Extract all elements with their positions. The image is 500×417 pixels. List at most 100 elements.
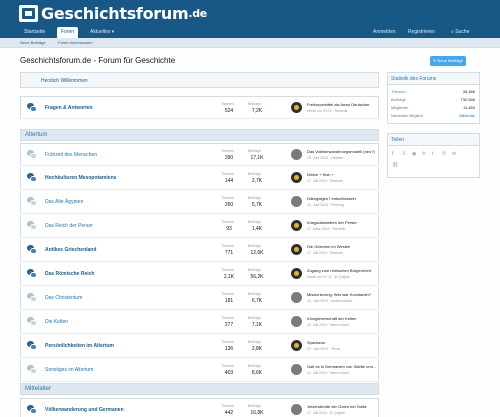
avatar[interactable] xyxy=(291,292,302,303)
posts-count: 2,7K xyxy=(251,178,263,184)
reddit-icon[interactable]: ◉ xyxy=(412,151,416,157)
avatar[interactable] xyxy=(291,316,302,327)
link-icon[interactable]: ⛓ xyxy=(392,162,398,168)
category-title: Mittelalter xyxy=(25,386,52,392)
posts-label: Beiträge xyxy=(248,149,262,153)
forum-title[interactable]: Persönlichkeiten im Altertum xyxy=(45,343,114,349)
forum-title[interactable]: Hochkulturen Mesopotamiens xyxy=(45,175,116,181)
welcome-bar[interactable]: Herzlich Willkommen xyxy=(20,72,379,88)
forum-title[interactable]: Völkerwanderung und Germanen xyxy=(45,407,124,413)
forum-row[interactable]: Hochkulturen Mesopotamiens Themen 144 Beitr… xyxy=(20,167,379,190)
new-posts-button[interactable]: ✎ Neue Beiträge xyxy=(430,56,466,66)
forum-icon xyxy=(27,293,37,302)
last-post-title[interactable]: Kriegsdarstellern der Perser xyxy=(307,220,377,225)
site-logo[interactable]: Geschichtsforum .de xyxy=(19,3,207,23)
forum-title[interactable]: Die Kelten xyxy=(45,319,68,325)
avatar[interactable] xyxy=(291,340,302,351)
forum-title[interactable]: Das Reich der Perser xyxy=(45,223,93,229)
last-post-meta: 22. Juli 2024 · Nemo minor xyxy=(307,323,350,327)
posts-label: Beiträge xyxy=(248,172,262,176)
forum-row[interactable]: Völkerwanderung und Germanen Themen 442 … xyxy=(20,398,379,417)
welcome-text: Herzlich Willkommen xyxy=(41,78,88,84)
login-link[interactable]: Anmelden xyxy=(373,27,396,38)
last-post-title[interactable]: Galt es in Germanien von Städte und... xyxy=(307,364,377,369)
forum-title[interactable]: Antikes Griechenland xyxy=(45,247,96,253)
posts-label: Beiträge xyxy=(248,220,262,224)
forum-row[interactable]: Antikes Griechenland Themen 771 Beiträge 12,… xyxy=(20,239,379,262)
posts-label: Beiträge xyxy=(248,102,262,106)
facebook-icon[interactable]: f xyxy=(392,151,393,157)
forum-icon xyxy=(27,150,37,159)
avatar[interactable] xyxy=(291,220,302,231)
email-icon[interactable]: ✉ xyxy=(452,151,456,157)
last-post-meta: Heute um 07:11 · El Quijote xyxy=(307,275,350,279)
posts-count: 56,2K xyxy=(250,274,264,280)
forum-title[interactable]: Das Alte Ägypten xyxy=(45,199,83,205)
avatar[interactable] xyxy=(291,172,302,183)
category-title: Altertum xyxy=(25,132,48,138)
last-post-title[interactable]: Königsherrschaft der Kelten xyxy=(307,316,377,321)
last-post-title[interactable]: Das Voelkerwanderungsmodell (neu?) xyxy=(307,149,377,154)
stat-members-label: Mitglieder xyxy=(391,105,409,110)
posts-label: Beiträge xyxy=(248,196,262,200)
tab-startseite[interactable]: Startseite xyxy=(20,27,49,38)
register-link[interactable]: Registrieren xyxy=(408,27,435,38)
logo-tld: .de xyxy=(188,6,207,20)
last-post-title[interactable]: Jetzendtrotte der Goten bei Tarifa xyxy=(307,404,377,409)
last-post-meta: 12. Juni 2024 · Pleming xyxy=(307,203,344,207)
forum-row[interactable]: Das Christentum Themen 181 Beiträge 6,7K Miss… xyxy=(20,287,379,310)
avatar[interactable] xyxy=(291,102,302,113)
x-icon[interactable]: 𝕏 xyxy=(402,151,406,157)
tab-aktuelles[interactable]: Aktuelles ▾ xyxy=(86,27,118,38)
forum-icon xyxy=(27,341,37,350)
threads-count: 442 xyxy=(224,410,234,416)
last-post-title[interactable]: Dilengalgen? entschlüsseln xyxy=(307,196,377,201)
avatar[interactable] xyxy=(291,149,302,160)
forum-row[interactable]: Sonstiges im Altertum Themen 403 Beiträge 8,… xyxy=(20,359,379,382)
pinterest-icon[interactable]: ℗ xyxy=(422,151,426,157)
category-header-altertum[interactable]: Altertum xyxy=(20,129,379,141)
threads-label: Themen xyxy=(221,172,234,176)
avatar[interactable] xyxy=(291,268,302,279)
avatar[interactable] xyxy=(291,404,302,415)
last-post-title[interactable]: Zugang zum römischen Bürgerrecht xyxy=(307,268,377,273)
forum-icon xyxy=(27,103,37,112)
forum-row[interactable]: Persönlichkeiten im Altertum Themen 136 Bei… xyxy=(20,335,379,358)
forum-row[interactable]: Frühzeit des Menschen Themen 390 Beiträge 17… xyxy=(20,143,379,166)
category-header-mittelalter[interactable]: Mittelalter xyxy=(20,383,379,395)
last-post-title[interactable]: Spartacus xyxy=(307,340,377,345)
subnav-search-forums[interactable]: Foren durchsuchen xyxy=(58,40,92,45)
tab-foren[interactable]: Foren xyxy=(57,27,79,38)
forum-title[interactable]: Das Christentum xyxy=(45,295,82,301)
search-link[interactable]: ⌕ Suche xyxy=(451,27,469,38)
last-post-title[interactable]: Die Griechen im Westen xyxy=(307,244,377,249)
subnav-new-posts[interactable]: Neue Beiträge xyxy=(20,40,46,45)
forum-row[interactable]: Das Römische Reich Themen 2,1K Beiträge 56,2… xyxy=(20,263,379,286)
forum-stats-title: Statistik des Forums xyxy=(388,73,479,85)
stat-newest-value[interactable]: Millelotte xyxy=(459,113,475,118)
avatar[interactable] xyxy=(291,364,302,375)
avatar[interactable] xyxy=(291,196,302,207)
last-post-title[interactable]: Missionierung: Wer war Konstantin? xyxy=(307,292,377,297)
threads-count: 181 xyxy=(224,298,234,304)
last-post-title[interactable]: Ninive + Kish + xyxy=(307,172,377,177)
whatsapp-icon[interactable]: ✆ xyxy=(442,151,446,157)
tumblr-icon[interactable]: t xyxy=(432,151,433,157)
forum-row[interactable]: Das Alte Ägypten Themen 260 Beiträge 5,7K Dil… xyxy=(20,191,379,214)
last-post-title[interactable]: Freikorpsmittel als Ausw Deutscher xyxy=(307,102,377,107)
last-post-meta: 22. Juni 2024 · Tehra xyxy=(307,347,340,351)
forum-title[interactable]: Frühzeit des Menschen xyxy=(45,152,97,158)
avatar[interactable] xyxy=(291,244,302,255)
forum-title[interactable]: Sonstiges im Altertum xyxy=(45,367,93,373)
forum-row[interactable]: Die Kelten Themen 277 Beiträge 7,1K Königsher… xyxy=(20,311,379,334)
threads-count: 260 xyxy=(224,202,234,208)
stat-posts-value: 732.546 xyxy=(460,97,475,102)
share-box: Teilen f 𝕏 ◉ ℗ t ✆ ✉ ⛓ xyxy=(387,133,480,178)
forum-row[interactable]: Das Reich der Perser Themen 93 Beiträge 1,4K… xyxy=(20,215,379,238)
posts-label: Beiträge xyxy=(248,316,262,320)
forum-row-qa[interactable]: Fragen & Antworten Themen 524 Beiträge 7… xyxy=(20,96,379,119)
forum-title[interactable]: Das Römische Reich xyxy=(45,271,94,277)
forum-icon xyxy=(27,405,37,414)
stat-posts-label: Beiträge xyxy=(391,97,406,102)
forum-title[interactable]: Fragen & Antworten xyxy=(45,105,93,111)
